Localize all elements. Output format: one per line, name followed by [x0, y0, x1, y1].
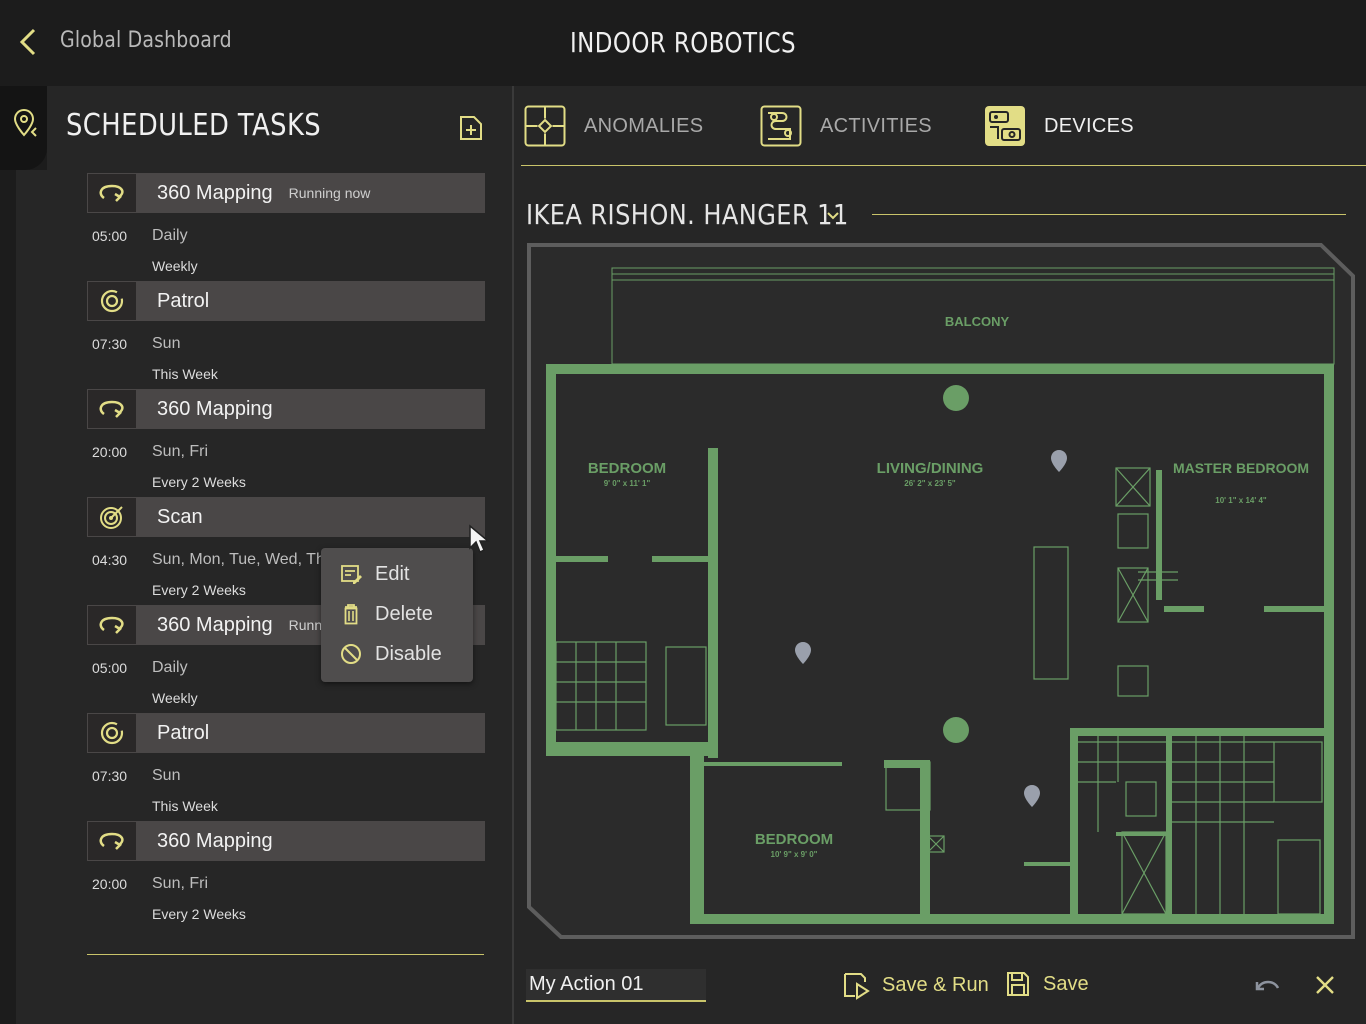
task-row[interactable]: 360 Mapping: [87, 821, 485, 861]
room-dims: 10' 9" x 9' 0": [771, 850, 818, 859]
task-row[interactable]: Patrol: [87, 281, 485, 321]
patrol-icon: [88, 714, 136, 752]
task-name: Scan: [157, 505, 203, 528]
task-repeat: Every 2 Weeks: [152, 474, 246, 490]
tab-label: ACTIVITIES: [820, 114, 932, 137]
menu-item-label: Disable: [375, 642, 442, 665]
task-row[interactable]: Patrol: [87, 713, 485, 753]
task-repeat: This Week: [152, 798, 218, 814]
task-row[interactable]: Scan: [87, 497, 560, 537]
location-rail-tab[interactable]: [0, 86, 47, 170]
close-icon[interactable]: [1314, 974, 1336, 996]
menu-item-disable[interactable]: Disable: [321, 635, 473, 673]
floppy-disk-icon: [1007, 972, 1029, 996]
task-repeat: This Week: [152, 366, 218, 382]
task-days: Sun, Fri: [152, 875, 209, 892]
map-frame: [527, 243, 1355, 939]
list-bottom-divider: [87, 954, 484, 955]
location-pin-icon: [13, 108, 37, 137]
task-days: Sun: [152, 335, 181, 352]
rail-strip: [16, 170, 47, 1024]
trash-icon: [344, 604, 358, 625]
task-days: Sun, Fri: [152, 443, 209, 460]
task-days: Daily: [152, 227, 188, 244]
room-label: BEDROOM: [755, 831, 833, 848]
task-time: 20:00: [92, 444, 128, 460]
mapping-icon: [88, 174, 136, 212]
map-selector[interactable]: IKEA RISHON. HANGER 11: [526, 198, 901, 231]
task-repeat: Weekly: [152, 690, 198, 706]
task-days: Sun, Mon, Tue, Wed, Thu: [152, 551, 334, 568]
task-time: 07:30: [92, 768, 128, 784]
room-dims: 26' 2" x 23' 5": [904, 479, 956, 488]
task-name: 360 Mapping: [157, 181, 273, 204]
scan-target-icon: [88, 498, 136, 536]
task-name: 360 Mapping: [157, 613, 273, 636]
tab-devices[interactable]: DEVICES: [984, 104, 1134, 148]
tab-anomalies[interactable]: ANOMALIES: [524, 104, 703, 148]
task-days: Daily: [152, 659, 188, 676]
save-button[interactable]: Save: [1005, 970, 1089, 998]
floor-plan-map[interactable]: BALCONY BEDROOM 9' 0" x 11' 1" LIVING/DI…: [526, 242, 1356, 940]
map-title-line: [872, 214, 1346, 215]
save-and-run-label: Save & Run: [882, 973, 989, 996]
scheduled-tasks-title: SCHEDULED TASKS: [66, 108, 322, 143]
devices-icon: [985, 106, 1025, 146]
task-context-menu: Edit Delete Disable: [321, 548, 473, 682]
tab-activities[interactable]: ACTIVITIES: [760, 104, 932, 148]
chevron-down-icon[interactable]: [825, 208, 841, 224]
menu-item-label: Delete: [375, 602, 433, 625]
task-time: 07:30: [92, 336, 128, 352]
tab-label: DEVICES: [1044, 114, 1134, 137]
task-name: 360 Mapping: [157, 397, 273, 420]
task-repeat: Every 2 Weeks: [152, 906, 246, 922]
task-name: 360 Mapping: [157, 829, 273, 852]
task-row[interactable]: 360 Mapping Running now: [87, 173, 485, 213]
task-time: 05:00: [92, 228, 128, 244]
anomalies-icon: [524, 105, 566, 147]
task-row[interactable]: 360 Mapping: [87, 389, 485, 429]
task-time: 04:30: [92, 552, 128, 568]
task-name: Patrol: [157, 721, 210, 744]
tab-label: ANOMALIES: [584, 114, 704, 137]
task-status: Running now: [288, 185, 371, 201]
room-label: BEDROOM: [588, 460, 666, 477]
save-label: Save: [1043, 972, 1089, 995]
tabs-divider: [521, 165, 1366, 166]
task-time: 05:00: [92, 660, 128, 676]
save-and-run-button[interactable]: Save & Run: [842, 970, 989, 1000]
map-name: IKEA RISHON. HANGER 11: [526, 198, 849, 231]
task-days: Sun: [152, 767, 181, 784]
add-task-button[interactable]: [458, 114, 484, 142]
edit-list-icon: [341, 565, 362, 584]
room-label: MASTER BEDROOM: [1173, 460, 1309, 476]
room-label: BALCONY: [945, 314, 1010, 329]
add-file-icon: [460, 116, 482, 140]
patrol-icon: [88, 282, 136, 320]
room-label: LIVING/DINING: [877, 460, 984, 477]
task-time: 20:00: [92, 876, 128, 892]
mapping-icon: [88, 606, 136, 644]
task-repeat: Every 2 Weeks: [152, 582, 246, 598]
mouse-cursor-icon: [469, 524, 491, 554]
mapping-icon: [88, 822, 136, 860]
back-chevron-icon[interactable]: [14, 26, 44, 58]
activities-icon: [760, 105, 802, 147]
action-name-input[interactable]: [526, 969, 706, 1002]
task-name: Patrol: [157, 289, 210, 312]
mapping-icon: [88, 390, 136, 428]
task-repeat: Weekly: [152, 258, 198, 274]
save-run-icon: [844, 973, 870, 1000]
undo-icon[interactable]: [1254, 974, 1282, 998]
menu-item-delete[interactable]: Delete: [321, 595, 473, 633]
app-title: INDOOR ROBOTICS: [569, 26, 797, 59]
room-dims: 9' 0" x 11' 1": [604, 479, 651, 488]
menu-item-edit[interactable]: Edit: [321, 555, 473, 593]
menu-item-label: Edit: [375, 562, 410, 585]
room-dims: 10' 1" x 14' 4": [1215, 496, 1267, 505]
block-icon: [341, 644, 361, 664]
left-rail: [0, 86, 16, 1024]
